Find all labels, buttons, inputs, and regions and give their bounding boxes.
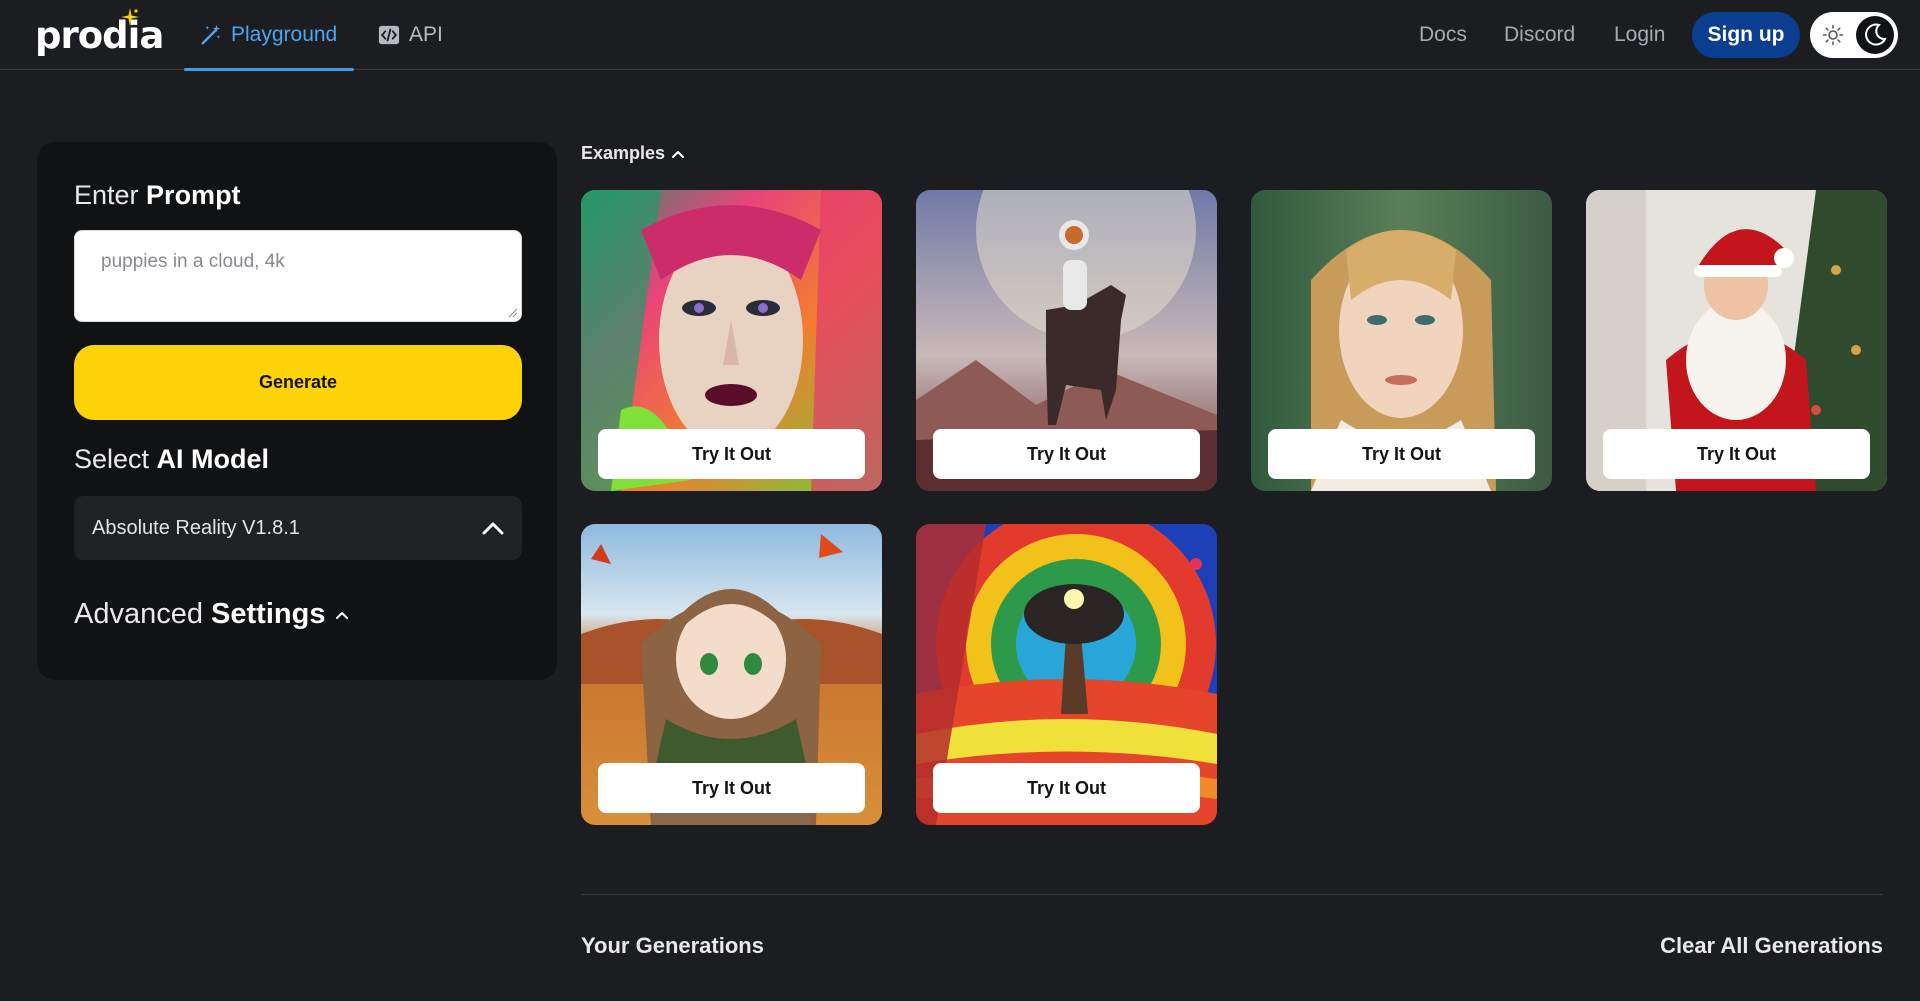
try-it-out-button[interactable]: Try It Out: [933, 763, 1200, 813]
example-card-5[interactable]: Try It Out: [581, 524, 882, 825]
model-heading: Select AI Model: [74, 444, 270, 474]
chevron-up-icon: [336, 611, 349, 619]
chevron-up-icon: [482, 522, 504, 535]
generate-button[interactable]: Generate: [74, 345, 522, 420]
theme-toggle[interactable]: [1810, 12, 1898, 58]
try-it-out-button[interactable]: Try It Out: [598, 763, 865, 813]
prodia-logo[interactable]: prodia: [35, 8, 164, 56]
tab-api[interactable]: API: [378, 0, 443, 70]
advanced-settings-toggle[interactable]: Advanced Settings: [74, 598, 349, 631]
example-card-3[interactable]: Try It Out: [1251, 190, 1552, 491]
clear-all-generations-button[interactable]: Clear All Generations: [1660, 933, 1883, 959]
prompt-input[interactable]: puppies in a cloud, 4k: [74, 230, 522, 322]
code-icon: [378, 25, 400, 45]
magic-wand-icon: [201, 24, 221, 45]
resize-handle-icon[interactable]: [508, 308, 518, 318]
example-card-4[interactable]: Try It Out: [1586, 190, 1887, 491]
toggle-knob: [1856, 16, 1894, 54]
prompt-heading: Enter Prompt: [74, 180, 241, 210]
section-divider: [581, 894, 1883, 895]
try-it-out-button[interactable]: Try It Out: [933, 429, 1200, 479]
prompt-panel: Enter Prompt puppies in a cloud, 4k Gene…: [37, 142, 557, 680]
sparkle-icon: [121, 8, 139, 26]
example-card-2[interactable]: Try It Out: [916, 190, 1217, 491]
example-card-6[interactable]: Try It Out: [916, 524, 1217, 825]
model-select-value: Absolute Reality V1.8.1: [92, 516, 300, 539]
signup-button[interactable]: Sign up: [1692, 12, 1800, 58]
examples-toggle[interactable]: Examples: [581, 143, 685, 164]
chevron-up-icon: [672, 150, 685, 158]
top-navbar: prodia Playground API Docs Discord Login…: [0, 0, 1920, 71]
login-link[interactable]: Login: [1614, 0, 1665, 70]
prompt-placeholder: puppies in a cloud, 4k: [101, 251, 285, 272]
try-it-out-button[interactable]: Try It Out: [598, 429, 865, 479]
model-select[interactable]: Absolute Reality V1.8.1: [74, 496, 522, 560]
moon-icon: [1865, 23, 1887, 46]
docs-link[interactable]: Docs: [1419, 0, 1467, 70]
example-card-1[interactable]: Try It Out: [581, 190, 882, 491]
generations-title: Your Generations: [581, 933, 764, 958]
discord-link[interactable]: Discord: [1504, 0, 1575, 70]
try-it-out-button[interactable]: Try It Out: [1603, 429, 1870, 479]
tab-playground[interactable]: Playground: [184, 0, 354, 71]
sun-icon: [1822, 24, 1844, 46]
try-it-out-button[interactable]: Try It Out: [1268, 429, 1535, 479]
